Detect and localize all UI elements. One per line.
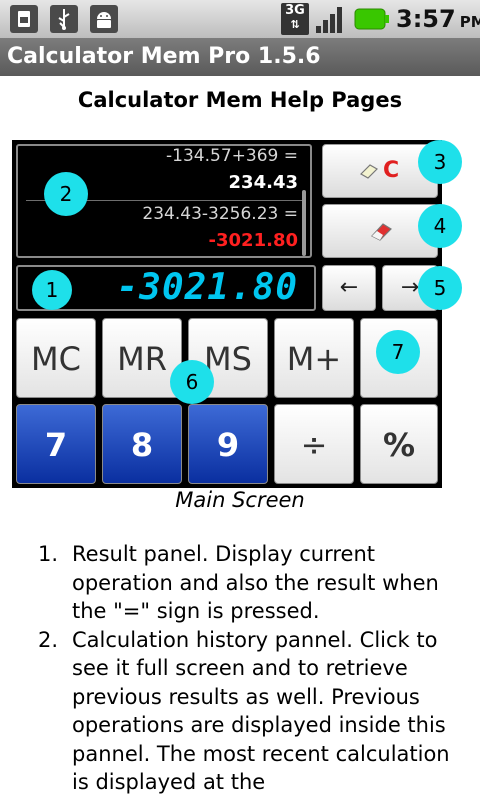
help-heading: Calculator Mem Help Pages (77, 88, 403, 112)
m-plus-key: M+ (274, 318, 354, 398)
back-arrow-icon: ← (339, 275, 359, 300)
digit-8-key: 8 (102, 404, 182, 484)
eraser-red-icon (369, 221, 393, 245)
figure-caption: Main Screen (175, 488, 305, 512)
callout-badge: 3 (418, 140, 462, 184)
back-arrow-button: ← (322, 265, 376, 311)
usb-icon (50, 5, 78, 33)
status-bar: 3G ⇅ 3:57 PM (0, 0, 480, 39)
history-result-negative: -3021.80 (208, 230, 298, 251)
history-result: 234.43 (228, 172, 298, 193)
callout-badge: 2 (44, 172, 88, 216)
list-number: 1. (38, 542, 59, 566)
list-number: 2. (38, 627, 59, 652)
app-title-bar: Calculator Mem Pro 1.5.6 (0, 38, 480, 76)
calculator-screenshot: -134.57+369 = 234.43 234.43-3256.23 = -3… (12, 140, 462, 488)
digit-9-key: 9 (188, 404, 268, 484)
digit-7-key: 7 (16, 404, 96, 484)
list-item: 1. Result panel. Display current operati… (32, 540, 472, 626)
3g-icon: 3G ⇅ (281, 3, 309, 35)
callout-badge: 1 (32, 270, 72, 310)
list-text: Calculation history pannel. Click to see… (72, 627, 450, 795)
divide-key: ÷ (274, 404, 354, 484)
forward-arrow-icon: → (400, 275, 420, 300)
android-debug-icon (90, 5, 118, 33)
callout-badge: 4 (418, 204, 462, 248)
history-line: 234.43-3256.23 = (142, 204, 298, 224)
mc-key: MC (16, 318, 96, 398)
list-text: Result panel. Display current operation … (72, 542, 439, 623)
callout-badge: 6 (170, 360, 214, 404)
battery-icon (354, 8, 390, 30)
callout-badge: 7 (376, 330, 420, 374)
clock-ampm: PM (459, 13, 480, 31)
help-list: 1. Result panel. Display current operati… (32, 540, 472, 797)
list-item: 2. Calculation history pannel. Click to … (32, 626, 472, 797)
signal-bars-icon (314, 4, 348, 34)
history-scrollbar (302, 190, 306, 256)
network-label: 3G (285, 3, 305, 18)
percent-key: % (360, 404, 438, 484)
clear-label: C (383, 158, 400, 183)
clock-time: 3:57 (396, 5, 456, 33)
history-line: -134.57+369 = (166, 146, 298, 166)
callout-badge: 5 (418, 266, 462, 310)
eraser-icon (359, 163, 379, 183)
sd-card-icon (10, 5, 38, 33)
clock: 3:57 PM (396, 5, 480, 33)
